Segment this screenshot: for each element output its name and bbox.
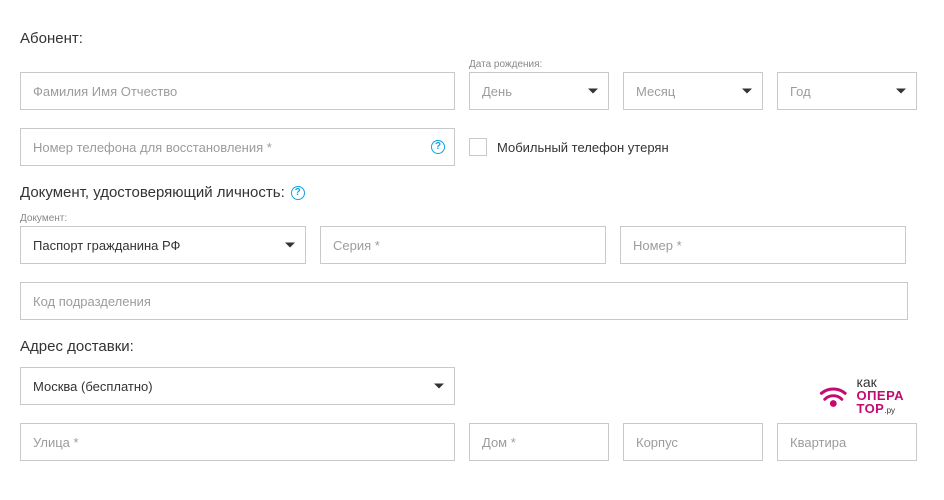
phone-lost-label: Мобильный телефон утерян [497, 140, 669, 155]
document-series-input[interactable] [320, 226, 606, 264]
day-select[interactable]: День [469, 72, 609, 110]
section-title-document: Документ, удостоверяющий личность: ? [20, 184, 924, 201]
document-label: Документ: [20, 213, 306, 224]
month-placeholder: Месяц [636, 84, 675, 99]
birthdate-label: Дата рождения: [469, 59, 609, 70]
chevron-down-icon [588, 89, 598, 94]
logo-wifi-icon [818, 378, 852, 412]
flat-input[interactable] [777, 423, 917, 461]
subscriber-title-text: Абонент: [20, 30, 83, 47]
section-title-subscriber: Абонент: [20, 30, 924, 47]
logo-text: как ОПЕРА ТОР.ру [856, 375, 904, 415]
city-value: Москва (бесплатно) [33, 379, 153, 394]
section-title-delivery: Адрес доставки: [20, 338, 924, 355]
help-icon[interactable]: ? [291, 186, 305, 200]
document-type-select[interactable]: Паспорт гражданина РФ [20, 226, 306, 264]
chevron-down-icon [742, 89, 752, 94]
document-type-value: Паспорт гражданина РФ [33, 238, 180, 253]
recovery-phone-input[interactable] [20, 128, 455, 166]
year-select[interactable]: Год [777, 72, 917, 110]
document-number-input[interactable] [620, 226, 906, 264]
city-select[interactable]: Москва (бесплатно) [20, 367, 455, 405]
document-title-text: Документ, удостоверяющий личность: [20, 184, 285, 201]
logo-line1: как [856, 375, 904, 389]
house-input[interactable] [469, 423, 609, 461]
help-icon[interactable]: ? [431, 140, 445, 154]
year-placeholder: Год [790, 84, 811, 99]
building-input[interactable] [623, 423, 763, 461]
department-code-input[interactable] [20, 282, 908, 320]
site-logo: как ОПЕРА ТОР.ру [818, 375, 904, 415]
fullname-input[interactable] [20, 72, 455, 110]
phone-lost-checkbox[interactable] [469, 138, 487, 156]
logo-line3b: .ру [884, 406, 895, 415]
chevron-down-icon [285, 243, 295, 248]
street-input[interactable] [20, 423, 455, 461]
day-placeholder: День [482, 84, 512, 99]
chevron-down-icon [896, 89, 906, 94]
chevron-down-icon [434, 384, 444, 389]
logo-line3a: ТОР [856, 401, 884, 416]
month-select[interactable]: Месяц [623, 72, 763, 110]
delivery-title-text: Адрес доставки: [20, 338, 134, 355]
